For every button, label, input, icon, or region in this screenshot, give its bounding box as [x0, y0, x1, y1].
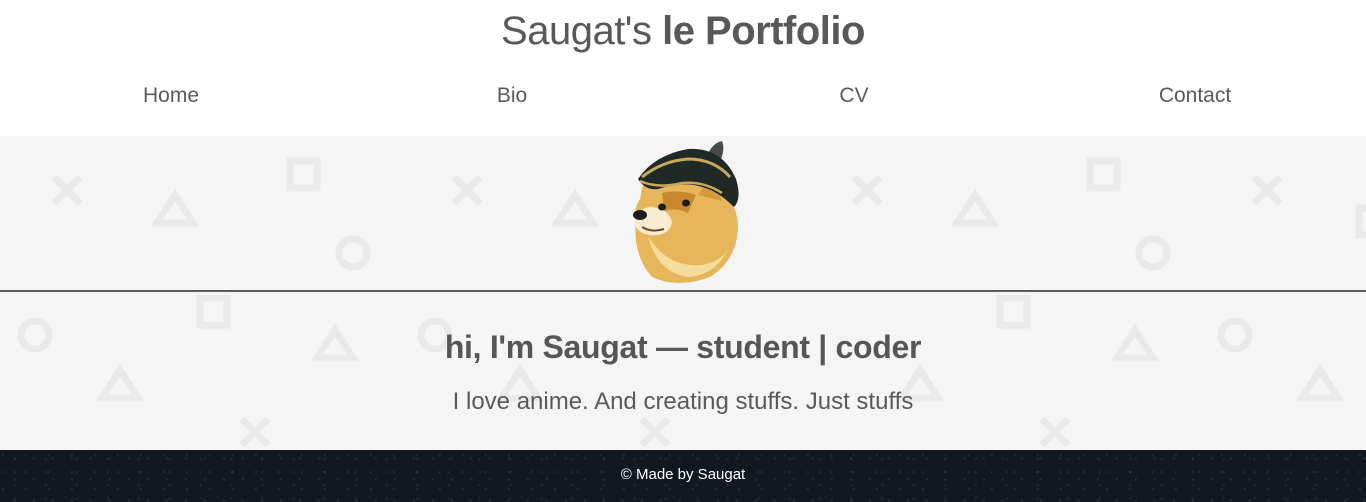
site-title-prefix: Saugat's: [501, 9, 652, 53]
site-header: Saugat's le Portfolio Home Bio CV Contac…: [0, 0, 1366, 136]
main-nav: Home Bio CV Contact: [0, 80, 1366, 112]
footer-copyright: © Made by Saugat: [620, 466, 746, 483]
intro-headline: hi, I'm Saugat — student | coder: [444, 329, 922, 365]
intro-subline: I love anime. And creating stuffs. Just …: [452, 388, 914, 415]
site-title: Saugat's le Portfolio: [0, 6, 1366, 56]
doge-pirate-hat-avatar-icon: [633, 141, 739, 283]
nav-item-bio[interactable]: Bio: [412, 80, 612, 112]
site-footer: © Made by Saugat: [0, 450, 1366, 502]
nav-item-home[interactable]: Home: [71, 80, 271, 112]
nav-item-contact[interactable]: Contact: [1095, 80, 1295, 112]
intro-section: [0, 292, 1366, 450]
site-title-strong: le Portfolio: [662, 9, 865, 53]
playstation-pattern-background: [17, 294, 1345, 448]
nav-item-cv[interactable]: CV: [754, 80, 954, 112]
